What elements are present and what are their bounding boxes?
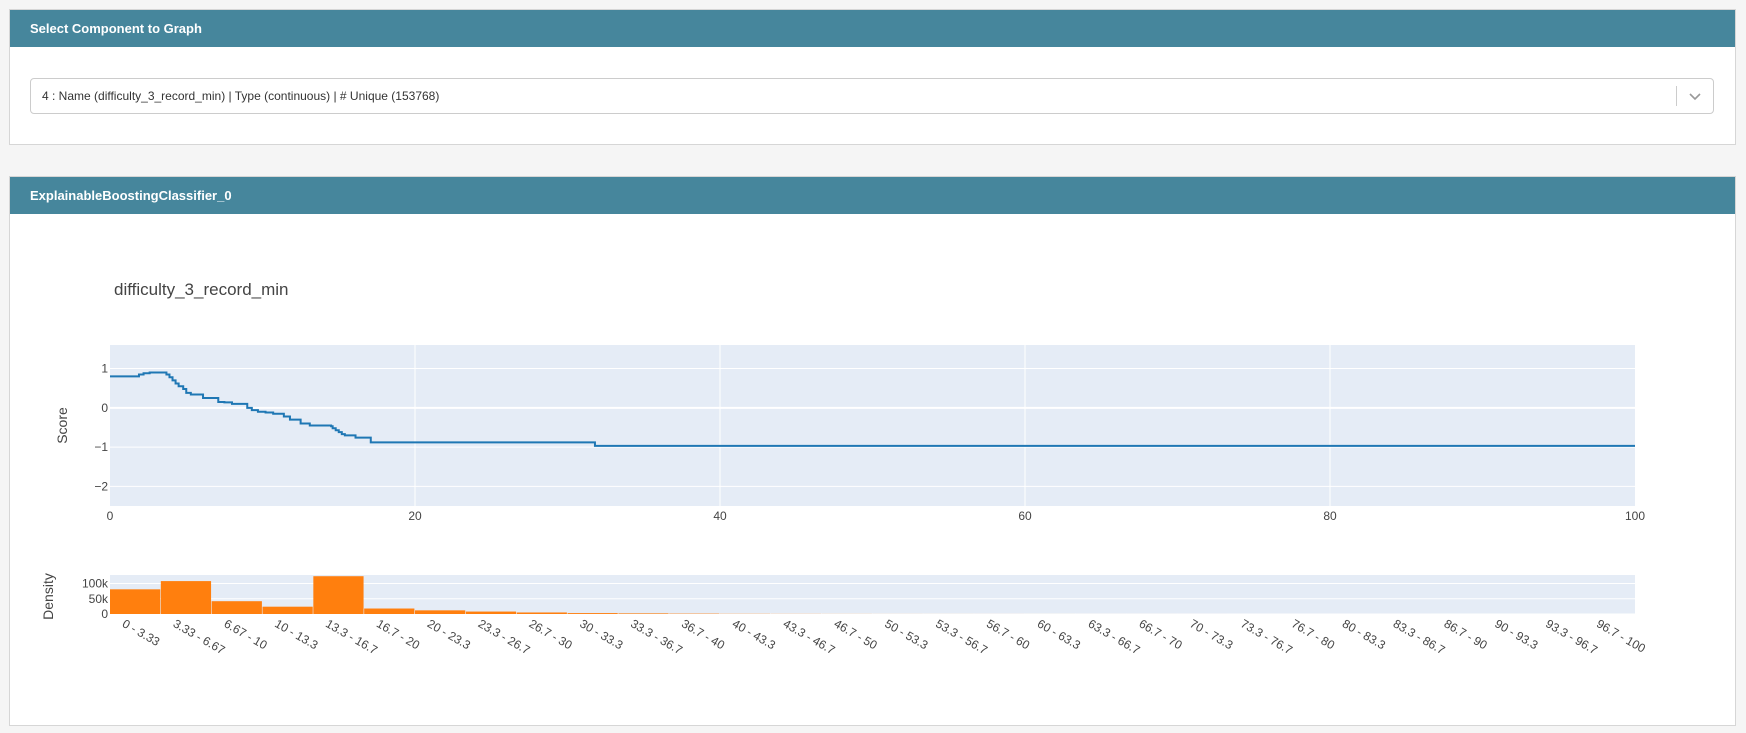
- density-bar: [110, 589, 161, 614]
- density-x-tick-label: 23.3 - 26.7: [476, 616, 533, 657]
- density-bar: [618, 613, 669, 614]
- density-x-tick-label: 43.3 - 46.7: [781, 616, 838, 657]
- density-bar: [465, 611, 517, 614]
- density-x-tick-label: 80 - 83.3: [1340, 616, 1388, 652]
- density-x-tick-label: 90 - 93.3: [1492, 616, 1540, 652]
- density-x-tick-label: 20 - 23.3: [425, 616, 473, 652]
- density-y-tick-label: 50k: [89, 592, 109, 606]
- density-x-tick-label: 60 - 63.3: [1035, 616, 1083, 652]
- density-x-tick-label: 73.3 - 76.7: [1238, 616, 1295, 657]
- density-bar: [567, 613, 618, 614]
- density-x-tick-label: 16.7 - 20: [374, 616, 422, 652]
- score-plot-background: [110, 345, 1635, 506]
- score-y-tick-label: 1: [101, 362, 108, 376]
- score-x-tick-label: 40: [713, 509, 727, 523]
- density-x-tick-label: 70 - 73.3: [1187, 616, 1235, 652]
- score-x-tick-label: 60: [1018, 509, 1032, 523]
- score-x-tick-label: 0: [107, 509, 114, 523]
- density-x-tick-label: 46.7 - 50: [832, 616, 880, 652]
- score-y-tick-label: −2: [94, 479, 108, 493]
- density-x-tick-label: 3.33 - 6.67: [171, 616, 228, 657]
- score-y-tick-label: 0: [101, 401, 108, 415]
- score-y-tick-label: −1: [94, 440, 108, 454]
- chart-canvas: difficulty_3_record_min 0 20 40 60 80 100 1 0 −1 −…: [40, 280, 1648, 657]
- density-x-tick-label: 63.3 - 66.7: [1086, 616, 1143, 657]
- density-x-tick-label: 76.7 - 80: [1289, 616, 1337, 652]
- density-x-tick-label: 96.7 - 100: [1594, 616, 1648, 655]
- score-x-tick-label: 100: [1625, 509, 1645, 523]
- density-x-tick-label: 6.67 - 10: [222, 616, 270, 652]
- density-bar: [160, 581, 212, 614]
- score-x-tick-label: 20: [408, 509, 422, 523]
- density-x-tick-label: 10 - 13.3: [272, 616, 320, 652]
- density-bar: [262, 606, 313, 614]
- density-x-tick-label: 50 - 53.3: [882, 616, 930, 652]
- density-axis-label: Density: [40, 573, 56, 620]
- density-x-tick-label: 0 - 3.33: [120, 616, 163, 649]
- density-x-tick-label: 86.7 - 90: [1442, 616, 1490, 652]
- density-x-tick-label: 66.7 - 70: [1137, 616, 1185, 652]
- density-x-tick-label: 36.7 - 40: [679, 616, 727, 652]
- density-bar: [364, 608, 415, 614]
- density-bar: [211, 601, 262, 614]
- score-x-tick-label: 80: [1323, 509, 1337, 523]
- density-bar: [516, 612, 567, 614]
- density-bar: [415, 610, 466, 614]
- score-axis-label: Score: [54, 407, 70, 444]
- density-bar: [313, 576, 364, 614]
- density-x-tick-label: 93.3 - 96.7: [1543, 616, 1600, 657]
- density-x-tick-label: 13.3 - 16.7: [323, 616, 380, 657]
- density-y-tick-label: 0: [101, 607, 108, 621]
- density-x-tick-label: 53.3 - 56.7: [933, 616, 990, 657]
- density-x-tick-label: 33.3 - 36.7: [628, 616, 685, 657]
- density-x-tick-label: 40 - 43.3: [730, 616, 778, 652]
- density-x-tick-label: 83.3 - 86.7: [1391, 616, 1448, 657]
- density-x-tick-label: 30 - 33.3: [577, 616, 625, 652]
- density-y-tick-label: 100k: [82, 577, 109, 591]
- density-x-tick-label: 56.7 - 60: [984, 616, 1032, 652]
- density-x-tick-label: 26.7 - 30: [527, 616, 575, 652]
- chart-title: difficulty_3_record_min: [114, 280, 289, 299]
